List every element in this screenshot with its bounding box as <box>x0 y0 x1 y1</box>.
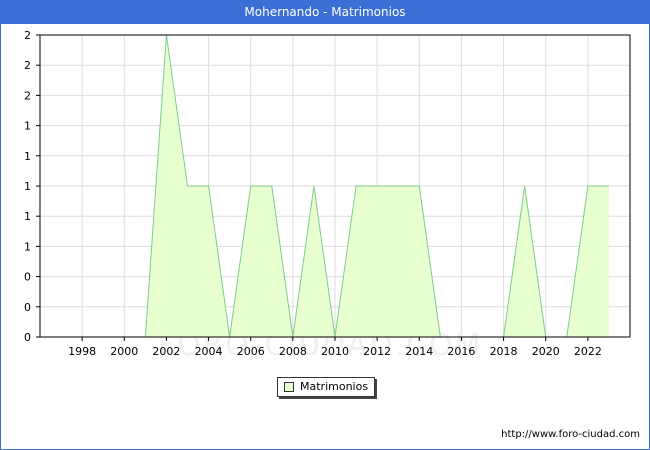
x-tick-label: 2018 <box>490 345 518 358</box>
x-tick-label: 2008 <box>279 345 307 358</box>
y-tick-label: 2 <box>24 59 31 72</box>
y-tick-label: 1 <box>24 150 31 163</box>
x-tick-label: 2016 <box>447 345 475 358</box>
legend: Matrimonios <box>277 377 375 397</box>
x-tick-label: 2006 <box>237 345 265 358</box>
legend-swatch-icon <box>284 382 294 392</box>
x-tick-label: 2000 <box>110 345 138 358</box>
y-tick-label: 0 <box>24 301 31 314</box>
y-tick-label: 2 <box>24 29 31 42</box>
y-tick-label: 1 <box>24 180 31 193</box>
y-tick-label: 2 <box>24 89 31 102</box>
x-axis-ticks: 1998 2000 2002 2004 2006 2008 2010 2012 2014 2016… <box>68 337 602 358</box>
y-tick-label: 0 <box>24 271 31 284</box>
x-tick-label: 2014 <box>405 345 433 358</box>
legend-label: Matrimonios <box>300 380 369 393</box>
x-tick-label: 2012 <box>363 345 391 358</box>
y-tick-label: 1 <box>24 210 31 223</box>
x-tick-label: 2002 <box>152 345 180 358</box>
y-tick-label: 1 <box>24 120 31 133</box>
x-tick-label: 1998 <box>68 345 96 358</box>
x-tick-label: 2004 <box>195 345 223 358</box>
grid-lines <box>40 34 630 338</box>
y-axis-ticks: 0 0 0 1 1 1 1 1 2 2 2 <box>24 29 40 344</box>
x-tick-label: 2010 <box>321 345 349 358</box>
source-url: http://www.foro-ciudad.com <box>501 429 640 440</box>
x-tick-label: 2022 <box>574 345 602 358</box>
x-tick-label: 2020 <box>532 345 560 358</box>
y-tick-label: 0 <box>24 331 31 344</box>
y-tick-label: 1 <box>24 240 31 253</box>
